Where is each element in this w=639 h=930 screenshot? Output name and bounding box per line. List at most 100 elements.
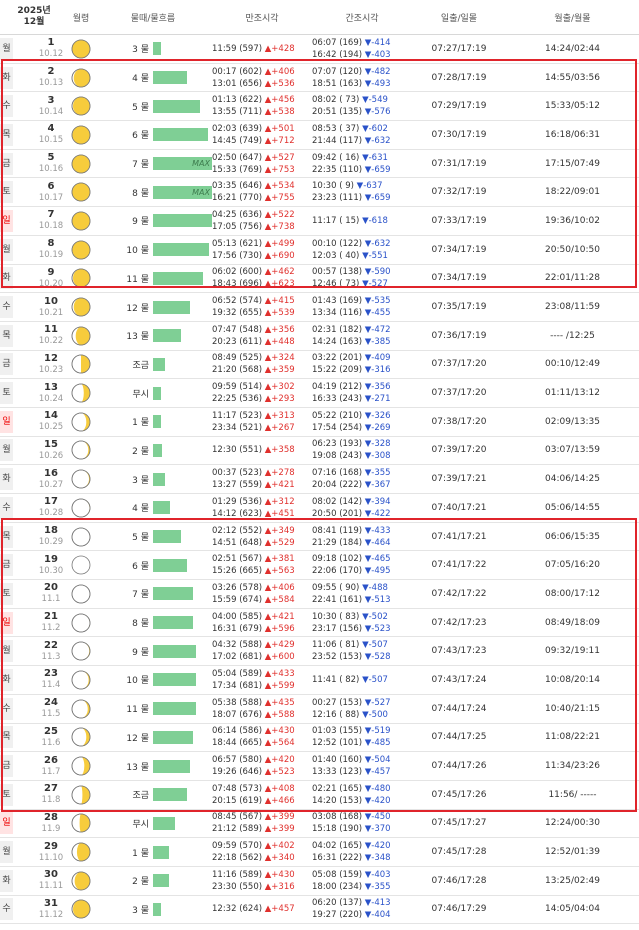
cell-high-tide: 11:16 (589) ▲+430 23:30 (550) ▲+316 [212,866,312,895]
max-label: MAX [192,187,210,197]
low-tide-line: 02:21 (165) ▼-480 [312,783,412,795]
cell-weekday: 화 [0,866,34,895]
moonrise-moonset: 00:10/12:49 [545,359,600,370]
cell-high-tide: 06:52 (574) ▲+415 19:32 (655) ▲+539 [212,293,312,322]
cell-high-tide: 01:13 (622) ▲+456 13:55 (711) ▲+538 [212,92,312,121]
cell-weekday: 금 [0,149,34,178]
tide-name: 6 물 [132,131,149,142]
tide-strength-bar [153,530,181,544]
high-tide-time: 07:47 (548) [212,324,263,335]
high-tide-delta: ▲+312 [264,496,295,507]
cell-high-tide: 01:29 (536) ▲+312 14:12 (623) ▲+451 [212,494,312,523]
cell-tide-bar [153,293,212,322]
cell-high-tide: 11:59 (597) ▲+428 [212,35,312,64]
low-tide-line: 20:51 (135) ▼-576 [312,106,412,118]
tide-name: 6 물 [132,561,149,572]
high-tide-delta: ▲+623 [264,279,295,290]
low-tide-line: 23:17 (156) ▼-523 [312,623,412,635]
high-tide-delta: ▲+690 [264,250,295,261]
high-tide-line: 06:14 (586) ▲+430 [212,725,312,737]
cell-tide-bar [153,551,212,580]
low-tide-time: 23:17 (156) [312,623,363,634]
cell-tide-bar [153,321,212,350]
moon-phase-icon [71,871,91,891]
date-day: 8 [47,238,55,250]
low-tide-time: 11:06 ( 81) [312,640,360,651]
date-lunar: 11.8 [41,795,61,806]
low-tide-time: 08:53 ( 37) [312,123,360,134]
low-tide-delta: ▼-659 [364,193,391,204]
cell-weekday: 금 [0,350,34,379]
tide-name: 13 물 [126,762,149,773]
high-tide-line: 17:56 (730) ▲+690 [212,250,312,262]
cell-moon-phase [68,321,94,350]
moonrise-moonset: ---- /12:25 [550,330,595,341]
high-tide-line: 06:57 (580) ▲+420 [212,754,312,766]
low-tide-line: 09:42 ( 16) ▼-631 [312,152,412,164]
sunrise-sunset: 07:43/17:23 [431,646,487,657]
cell-date: 28 11.9 [34,809,68,838]
low-tide-time: 22:41 (161) [312,594,363,605]
high-tide-time: 04:25 (636) [212,209,263,220]
low-tide-time: 11:41 ( 82) [312,674,360,685]
date-day: 19 [44,553,58,565]
high-tide-line: 07:47 (548) ▲+356 [212,324,312,336]
high-tide-time: 17:34 (681) [212,680,263,691]
low-tide-line: 02:31 (182) ▼-472 [312,324,412,336]
low-tide-line: 10:30 ( 83) ▼-502 [312,611,412,623]
low-tide-time: 10:30 ( 9) [312,181,354,192]
low-tide-line: 15:18 (190) ▼-370 [312,823,412,835]
tide-name: 1 물 [132,418,149,429]
table-row: 목 11 10.22 13 물 07:47 (548) ▲+356 20:23 (611)… [0,321,639,351]
high-tide-line: 18:07 (676) ▲+588 [212,709,312,721]
date-day: 29 [44,840,58,852]
tide-name: 12 물 [126,303,149,314]
tide-name: 9 물 [132,647,149,658]
high-tide-time: 20:15 (619) [212,795,263,806]
high-tide-line: 09:59 (514) ▲+302 [212,381,312,393]
high-tide-time: 17:05 (756) [212,221,263,232]
low-tide-delta: ▼-385 [364,336,391,347]
cell-moon-phase [68,149,94,178]
low-tide-delta: ▼-414 [364,37,391,48]
sunrise-sunset: 07:44/17:26 [431,761,487,772]
high-tide-time: 05:38 (588) [212,697,263,708]
date-lunar: 10.28 [38,508,64,519]
high-tide-line: 05:13 (621) ▲+499 [212,238,312,250]
cell-date: 14 10.25 [34,407,68,436]
high-tide-delta: ▲+596 [264,623,295,634]
high-tide-delta: ▲+538 [264,107,295,118]
low-tide-delta: ▼-528 [364,652,391,663]
low-tide-time: 06:07 (169) [312,37,363,48]
moon-phase-icon [71,240,91,260]
tide-strength-bar [153,443,162,457]
high-tide-delta: ▲+406 [264,582,295,593]
date-day: 28 [44,811,58,823]
low-tide-delta: ▼-271 [364,394,391,405]
table-row: 일 14 10.25 1 물 11:17 (523) ▲+313 23:34 (521) … [0,407,639,437]
low-tide-line: 08:41 (119) ▼-433 [312,525,412,537]
cell-tide-bar [153,235,212,264]
table-row: 화 30 11.11 2 물 11:16 (589) ▲+430 23:30 (550) … [0,866,639,896]
moon-phase-icon [71,326,91,346]
high-tide-delta: ▲+599 [264,680,295,691]
moonrise-moonset: 05:06/14:55 [545,502,600,513]
high-tide-time: 02:12 (552) [212,525,263,536]
cell-low-tide: 10:30 ( 83) ▼-502 23:17 (156) ▼-523 [312,608,412,637]
moonrise-moonset: 11:56/ ----- [548,789,597,800]
table-row: 화 16 10.27 3 물 00:37 (523) ▲+278 13:27 (559) … [0,465,639,494]
high-tide-line: 11:16 (589) ▲+430 [212,869,312,881]
high-tide-time: 19:26 (646) [212,767,263,778]
cell-high-tide: 03:35 (646) ▲+534 16:21 (770) ▲+755 [212,178,312,207]
moonrise-moonset: 08:00/17:12 [545,588,600,599]
sunrise-sunset: 07:42/17:23 [431,617,487,628]
cell-tide-bar [153,666,212,695]
high-tide-time: 01:13 (622) [212,95,263,106]
cell-high-tide: 04:32 (588) ▲+429 17:02 (681) ▲+600 [212,637,312,666]
cell-moon-phase [68,494,94,523]
date-day: 9 [47,266,55,278]
low-tide-line: 22:41 (161) ▼-513 [312,594,412,606]
moonrise-moonset: 11:34/23:26 [545,761,600,772]
high-tide-line: 04:00 (585) ▲+421 [212,611,312,623]
high-tide-line: 16:31 (679) ▲+596 [212,623,312,635]
